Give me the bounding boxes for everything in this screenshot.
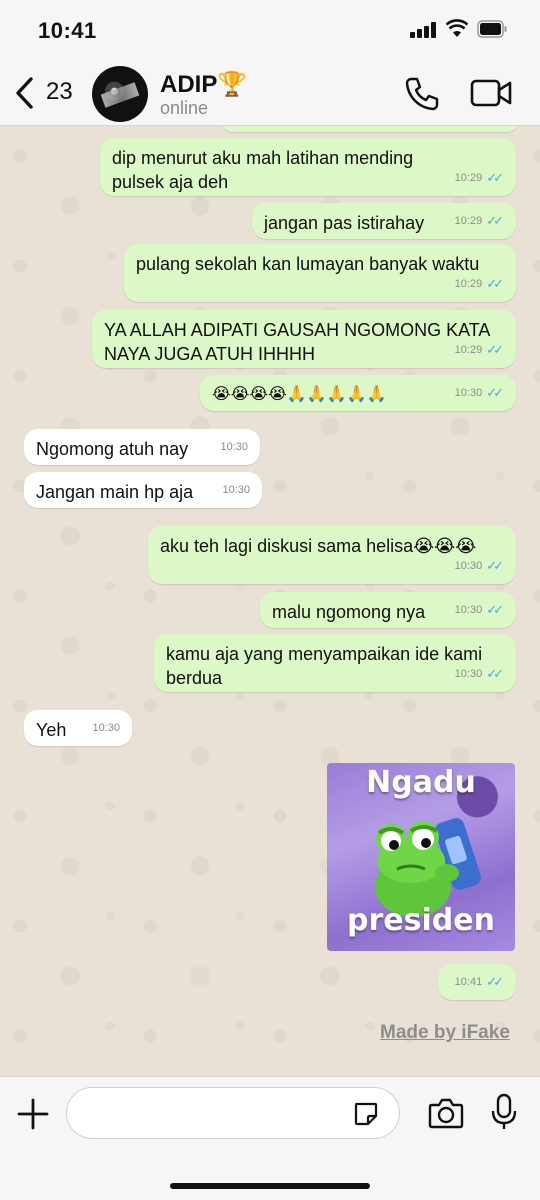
read-ticks-icon: ✓✓ xyxy=(486,170,504,185)
video-icon[interactable] xyxy=(470,78,512,108)
message-meta: 10:30 ✓✓ xyxy=(455,381,504,405)
plus-icon[interactable] xyxy=(16,1097,50,1131)
contact-status: online xyxy=(160,98,209,118)
read-ticks-icon: ✓✓ xyxy=(486,342,504,357)
read-ticks-icon: ✓✓ xyxy=(486,558,504,573)
message-bubble-outgoing[interactable]: kamu aja yang menyampaikan ide kami berd… xyxy=(154,634,516,692)
message-bubble-incoming[interactable]: Yeh 10:30 xyxy=(24,710,132,746)
message-meta: 10:29 ✓✓ xyxy=(455,166,504,190)
message-meta: 10:41 ✓✓ xyxy=(455,970,504,994)
message-bubble-outgoing[interactable]: YA ALLAH ADIPATI GAUSAH NGOMONG KATA NAY… xyxy=(92,310,516,368)
message-bubble-outgoing[interactable]: 10:41 ✓✓ xyxy=(438,964,516,1000)
message-meta: 10:30 ✓✓ xyxy=(455,598,504,622)
message-bubble-outgoing[interactable]: 😭😭😭😭🙏🙏🙏🙏🙏 10:30 ✓✓ xyxy=(200,375,516,411)
message-meta: 10:29 ✓✓ xyxy=(455,209,504,233)
back-unread-count[interactable]: 23 xyxy=(46,78,73,106)
message-meta: 10:30 xyxy=(222,484,250,496)
message-bubble-outgoing[interactable]: dip menurut aku mah latihan mending puls… xyxy=(100,138,516,196)
chat-header: 10:41 23 ADIP🏆 online xyxy=(0,0,540,126)
contact-avatar[interactable] xyxy=(92,66,148,122)
contact-name[interactable]: ADIP🏆 xyxy=(160,70,247,99)
message-bubble-partial xyxy=(222,126,518,132)
sticker-icon[interactable] xyxy=(353,1101,379,1127)
message-meta: 10:30 xyxy=(92,722,120,734)
read-ticks-icon: ✓✓ xyxy=(486,213,504,228)
watermark-text[interactable]: Made by iFake xyxy=(380,1022,510,1044)
sticker-image[interactable]: Ngadu presiden xyxy=(327,763,515,951)
home-indicator xyxy=(170,1183,370,1189)
read-ticks-icon: ✓✓ xyxy=(486,385,504,400)
frog-phone-illustration xyxy=(375,818,482,917)
sticker-top-text: Ngadu xyxy=(366,765,476,800)
read-ticks-icon: ✓✓ xyxy=(486,276,504,291)
message-bubble-outgoing[interactable]: malu ngomong nya 10:30 ✓✓ xyxy=(260,592,516,628)
microphone-icon[interactable] xyxy=(490,1093,518,1131)
message-bubble-outgoing[interactable]: jangan pas istirahay 10:29 ✓✓ xyxy=(252,203,516,239)
message-input[interactable] xyxy=(85,1098,345,1128)
message-field[interactable] xyxy=(66,1087,400,1139)
battery-icon xyxy=(477,20,507,38)
message-meta: 10:29 ✓✓ xyxy=(455,272,504,296)
phone-icon[interactable] xyxy=(404,76,440,112)
message-meta: 10:29 ✓✓ xyxy=(455,338,504,362)
camera-icon[interactable] xyxy=(428,1097,464,1129)
read-ticks-icon: ✓✓ xyxy=(486,974,504,989)
message-bubble-incoming[interactable]: Ngomong atuh nay 10:30 xyxy=(24,429,260,465)
message-bubble-incoming[interactable]: Jangan main hp aja 10:30 xyxy=(24,472,262,508)
status-bar: 10:41 xyxy=(0,0,540,60)
message-meta: 10:30 ✓✓ xyxy=(455,662,504,686)
wifi-icon xyxy=(446,19,468,37)
read-ticks-icon: ✓✓ xyxy=(486,602,504,617)
signal-icon xyxy=(410,22,436,38)
chat-area[interactable]: dip menurut aku mah latihan mending puls… xyxy=(0,126,540,1076)
message-input-bar xyxy=(0,1076,540,1200)
sticker-bottom-text: presiden xyxy=(347,903,495,938)
message-meta: 10:30 xyxy=(220,441,248,453)
back-chevron-icon[interactable] xyxy=(12,76,38,110)
message-bubble-outgoing[interactable]: pulang sekolah kan lumayan banyak waktu … xyxy=(124,244,516,302)
status-time: 10:41 xyxy=(38,18,97,43)
message-bubble-outgoing[interactable]: aku teh lagi diskusi sama helisa😭😭😭 10:3… xyxy=(148,526,516,584)
message-meta: 10:30 ✓✓ xyxy=(455,554,504,578)
read-ticks-icon: ✓✓ xyxy=(486,666,504,681)
